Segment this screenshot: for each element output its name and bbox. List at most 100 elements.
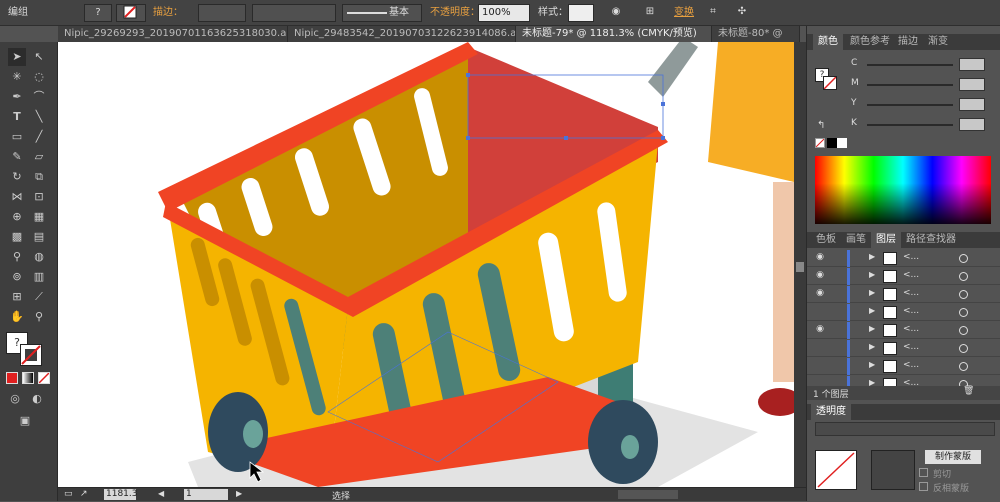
pen-icon[interactable]: ✒ bbox=[8, 88, 26, 106]
black-slider-row[interactable]: K bbox=[815, 118, 995, 132]
navigate-icon[interactable]: ↗ bbox=[80, 489, 88, 499]
slice-icon[interactable]: ⟋ bbox=[30, 288, 48, 306]
eraser-icon[interactable]: ▱ bbox=[30, 148, 48, 166]
layer-row[interactable]: ◉ ▶ <... bbox=[807, 286, 1000, 303]
symbol-sprayer-icon[interactable]: ⊚ bbox=[8, 268, 26, 286]
tab-pathfinder[interactable]: 路径查找器 bbox=[901, 232, 961, 248]
magic-wand-icon[interactable]: ✳ bbox=[8, 68, 26, 86]
black-field[interactable] bbox=[959, 118, 985, 131]
blend-mode-select[interactable] bbox=[815, 422, 995, 436]
selection-handle[interactable] bbox=[466, 73, 470, 77]
scroll-thumb[interactable] bbox=[796, 262, 804, 272]
layer-name[interactable]: <... bbox=[903, 360, 919, 370]
opacity-label[interactable]: 不透明度： bbox=[430, 6, 480, 20]
layer-name[interactable]: <... bbox=[903, 288, 919, 298]
layer-name[interactable]: <... bbox=[903, 324, 919, 334]
expand-arrow-icon[interactable]: ▶ bbox=[869, 324, 875, 333]
stroke-weight-field[interactable] bbox=[198, 4, 246, 22]
selection-tool-icon[interactable]: ➤ bbox=[8, 48, 26, 66]
tab-document-4[interactable]: 未标题-80* @ bbox=[712, 26, 800, 42]
zoom-field[interactable]: 1181.3 bbox=[104, 489, 138, 500]
tab-stroke[interactable]: 描边 bbox=[893, 34, 923, 50]
cyan-field[interactable] bbox=[959, 58, 985, 71]
fill-swatch-button[interactable]: ? bbox=[84, 4, 112, 22]
artboard-canvas[interactable] bbox=[58, 42, 794, 487]
isolate-icon[interactable]: ⌗ bbox=[704, 4, 722, 22]
yellow-field[interactable] bbox=[959, 98, 985, 111]
delete-layer-icon[interactable]: 🗑 bbox=[963, 386, 974, 396]
next-artboard-icon[interactable]: ▶ bbox=[236, 489, 242, 498]
stroke-label[interactable]: 描边： bbox=[153, 6, 183, 20]
layer-row[interactable]: ▶ <... bbox=[807, 358, 1000, 375]
cyan-track[interactable] bbox=[867, 64, 953, 66]
draw-mode-icon[interactable]: ◎ bbox=[6, 390, 24, 408]
expand-arrow-icon[interactable]: ▶ bbox=[869, 270, 875, 279]
white-swatch[interactable] bbox=[837, 138, 847, 148]
layer-row[interactable]: ◉ ▶ <... bbox=[807, 322, 1000, 339]
none-mode-button[interactable] bbox=[38, 372, 50, 384]
target-icon[interactable] bbox=[959, 272, 968, 281]
color-spectrum[interactable] bbox=[815, 156, 991, 224]
draw-behind-icon[interactable]: ◐ bbox=[28, 390, 46, 408]
eye-icon[interactable] bbox=[813, 360, 827, 372]
selection-handle[interactable] bbox=[564, 136, 568, 140]
blend-icon[interactable]: ◍ bbox=[30, 248, 48, 266]
expand-arrow-icon[interactable]: ▶ bbox=[869, 306, 875, 315]
brush-definition-select[interactable]: 基本 bbox=[342, 4, 422, 22]
clip-checkbox[interactable] bbox=[919, 468, 928, 477]
eye-icon[interactable] bbox=[813, 342, 827, 354]
hand-icon[interactable]: ✋ bbox=[8, 308, 26, 326]
recolor-icon[interactable]: ◉ bbox=[606, 4, 626, 22]
options-menu-icon[interactable]: ✣ bbox=[730, 4, 754, 22]
yellow-slider-row[interactable]: Y bbox=[815, 98, 995, 112]
expand-arrow-icon[interactable]: ▶ bbox=[869, 360, 875, 369]
eye-icon[interactable]: ◉ bbox=[813, 252, 827, 264]
rectangle-icon[interactable]: ▭ bbox=[8, 128, 26, 146]
horizontal-scroll-thumb[interactable] bbox=[618, 490, 678, 499]
target-icon[interactable] bbox=[959, 308, 968, 317]
layer-row[interactable]: ▶ <... bbox=[807, 340, 1000, 357]
zoom-icon[interactable]: ⚲ bbox=[30, 308, 48, 326]
layer-row[interactable]: ◉ ▶ <... bbox=[807, 250, 1000, 267]
tab-brushes[interactable]: 画笔 bbox=[841, 232, 871, 248]
target-icon[interactable] bbox=[959, 254, 968, 263]
target-icon[interactable] bbox=[959, 290, 968, 299]
direct-selection-tool-icon[interactable]: ↖ bbox=[30, 48, 48, 66]
layer-name[interactable]: <... bbox=[903, 270, 919, 280]
magenta-field[interactable] bbox=[959, 78, 985, 91]
curvature-icon[interactable]: ⌒ bbox=[30, 88, 48, 106]
target-icon[interactable] bbox=[959, 326, 968, 335]
opacity-field[interactable]: 100% bbox=[478, 4, 530, 22]
expand-arrow-icon[interactable]: ▶ bbox=[869, 288, 875, 297]
invert-mask-checkbox[interactable] bbox=[919, 482, 928, 491]
gradient-icon[interactable]: ▤ bbox=[30, 228, 48, 246]
black-track[interactable] bbox=[867, 124, 953, 126]
layer-name[interactable]: <... bbox=[903, 252, 919, 262]
layer-name[interactable]: <... bbox=[903, 306, 919, 316]
tab-document-active[interactable]: 未标题-79* @ 1181.3% (CMYK/预览) bbox=[516, 26, 712, 42]
type-icon[interactable]: T bbox=[8, 108, 26, 126]
cyan-slider-row[interactable]: C bbox=[815, 58, 995, 72]
variable-width-profile[interactable] bbox=[252, 4, 336, 22]
vertical-scrollbar[interactable] bbox=[794, 42, 806, 487]
selection-handle[interactable] bbox=[661, 102, 665, 106]
gradient-mode-button[interactable] bbox=[22, 372, 34, 384]
layer-row[interactable]: ◉ ▶ <... bbox=[807, 268, 1000, 285]
eye-icon[interactable]: ◉ bbox=[813, 324, 827, 336]
align-to-icon[interactable]: ⊞ bbox=[638, 4, 662, 22]
eye-icon[interactable]: ◉ bbox=[813, 270, 827, 282]
target-icon[interactable] bbox=[959, 362, 968, 371]
artboard-field[interactable]: 1 bbox=[184, 489, 228, 500]
scale-icon[interactable]: ⧉ bbox=[30, 168, 48, 186]
pencil-icon[interactable]: ✎ bbox=[8, 148, 26, 166]
black-swatch[interactable] bbox=[827, 138, 837, 148]
selection-handle[interactable] bbox=[661, 136, 665, 140]
tab-gradient[interactable]: 渐变 bbox=[923, 34, 953, 50]
zoom-menu-icon[interactable]: ▭ bbox=[64, 489, 73, 499]
tab-document-2[interactable]: Nipic_29483542_20190703122623914086.ai* … bbox=[288, 26, 516, 42]
mesh-icon[interactable]: ▩ bbox=[8, 228, 26, 246]
stroke-indicator[interactable] bbox=[20, 344, 42, 366]
make-mask-button[interactable]: 制作蒙版 bbox=[925, 450, 981, 464]
column-graph-icon[interactable]: ▥ bbox=[30, 268, 48, 286]
tab-swatches[interactable]: 色板 bbox=[811, 232, 841, 248]
